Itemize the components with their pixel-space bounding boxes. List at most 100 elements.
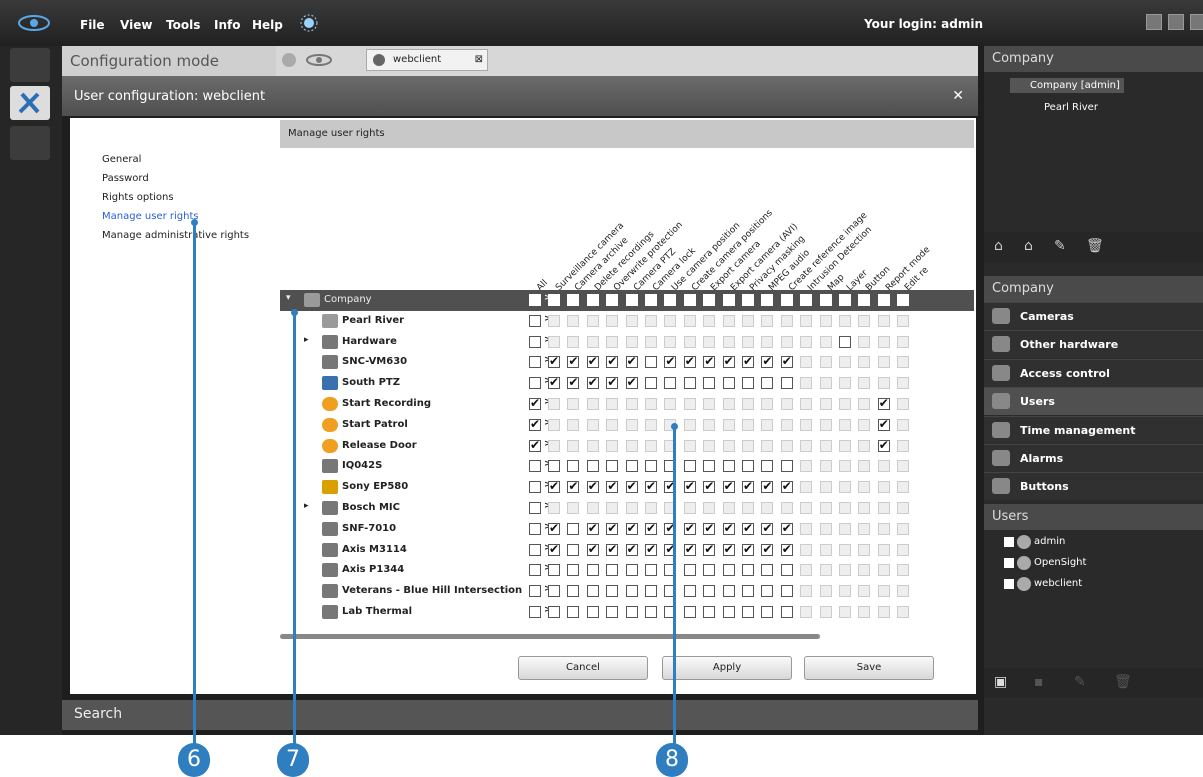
right-checkbox[interactable]	[567, 585, 580, 598]
category-alarms[interactable]: Alarms	[984, 444, 1203, 472]
menu-file[interactable]: File	[80, 18, 105, 32]
eye-view-icon[interactable]	[304, 52, 334, 68]
right-checkbox[interactable]	[839, 294, 851, 306]
rights-row[interactable]: Veterans - Blue Hill Intersection>>	[280, 581, 974, 602]
rights-row[interactable]: IQ042S>>	[280, 456, 974, 477]
right-checkbox[interactable]	[606, 542, 619, 556]
right-checkbox[interactable]	[780, 377, 793, 390]
all-checkbox[interactable]	[529, 502, 541, 514]
right-checkbox[interactable]	[761, 354, 774, 369]
right-checkbox[interactable]	[722, 542, 735, 556]
all-checkbox[interactable]	[529, 522, 541, 535]
right-checkbox[interactable]	[548, 375, 560, 390]
rights-row[interactable]: Start Patrol>>	[280, 415, 974, 436]
right-checkbox[interactable]	[742, 542, 754, 556]
right-checkbox[interactable]	[742, 521, 754, 535]
right-checkbox[interactable]	[819, 294, 832, 306]
category-buttons[interactable]: Buttons	[984, 472, 1203, 501]
user-checkbox[interactable]	[1004, 558, 1014, 568]
right-checkbox[interactable]	[606, 460, 619, 473]
right-checkbox[interactable]	[567, 375, 580, 390]
user-checkbox[interactable]	[1004, 579, 1014, 589]
right-checkbox[interactable]	[567, 564, 580, 577]
right-checkbox[interactable]	[780, 479, 793, 494]
right-checkbox[interactable]	[645, 585, 657, 598]
right-checkbox[interactable]	[683, 585, 696, 598]
right-checkbox[interactable]	[877, 294, 890, 306]
right-checkbox[interactable]	[586, 606, 599, 618]
right-checkbox[interactable]	[606, 375, 619, 390]
right-checkbox[interactable]	[683, 521, 696, 535]
all-checkbox[interactable]	[529, 417, 541, 431]
right-checkbox[interactable]	[586, 460, 599, 473]
right-checkbox[interactable]	[664, 377, 677, 390]
right-checkbox[interactable]	[586, 521, 599, 535]
right-checkbox[interactable]	[645, 377, 657, 390]
menu-help[interactable]: Help	[252, 18, 283, 32]
right-checkbox[interactable]	[645, 294, 657, 306]
right-checkbox[interactable]	[567, 460, 580, 473]
right-checkbox[interactable]	[586, 585, 599, 598]
right-checkbox[interactable]	[742, 585, 754, 598]
right-checkbox[interactable]	[645, 606, 657, 618]
all-checkbox[interactable]	[529, 543, 541, 556]
menu-info[interactable]: Info	[214, 18, 240, 32]
rights-row[interactable]: SNC-VM630>>	[280, 352, 974, 373]
rights-row[interactable]: Sony EP580>>	[280, 477, 974, 498]
right-checkbox[interactable]	[586, 542, 599, 556]
search-bar[interactable]: Search	[62, 700, 978, 730]
all-checkbox[interactable]	[529, 294, 541, 306]
right-checkbox[interactable]	[742, 294, 754, 306]
all-checkbox[interactable]	[529, 460, 541, 473]
all-checkbox[interactable]	[529, 314, 541, 327]
right-checkbox[interactable]	[742, 479, 754, 494]
right-checkbox[interactable]	[548, 542, 560, 556]
right-checkbox[interactable]	[780, 542, 793, 556]
right-checkbox[interactable]	[606, 564, 619, 577]
right-checkbox[interactable]	[703, 585, 716, 598]
right-checkbox[interactable]	[683, 354, 696, 369]
right-checkbox[interactable]	[780, 294, 793, 306]
rights-row[interactable]: Release Door>>	[280, 436, 974, 457]
right-checkbox[interactable]	[645, 460, 657, 473]
right-checkbox[interactable]	[586, 479, 599, 494]
category-time-management[interactable]: Time management	[984, 415, 1203, 444]
alarm-mode-icon[interactable]	[10, 126, 50, 160]
right-checkbox[interactable]	[877, 438, 890, 452]
right-checkbox[interactable]	[645, 479, 657, 494]
right-checkbox[interactable]	[780, 460, 793, 473]
apply-button[interactable]: Apply	[662, 656, 792, 680]
right-checkbox[interactable]	[703, 377, 716, 390]
right-checkbox[interactable]	[683, 564, 696, 577]
all-checkbox[interactable]	[529, 585, 541, 598]
tab-close-icon[interactable]: ⊠	[475, 50, 483, 70]
right-checkbox[interactable]	[548, 479, 560, 494]
right-checkbox[interactable]	[761, 606, 774, 618]
configuration-mode-icon[interactable]	[10, 86, 50, 120]
right-checkbox[interactable]	[606, 606, 619, 618]
right-checkbox[interactable]	[567, 479, 580, 494]
add-user-icon[interactable]: ▣	[994, 674, 1007, 690]
rights-row[interactable]: Lab Thermal>>	[280, 602, 974, 623]
right-checkbox[interactable]	[625, 564, 638, 577]
right-checkbox[interactable]	[742, 564, 754, 577]
right-checkbox[interactable]	[722, 521, 735, 535]
rights-row[interactable]: ▾Company>>	[280, 290, 974, 311]
right-checkbox[interactable]	[548, 521, 560, 535]
right-checkbox[interactable]	[625, 479, 638, 494]
right-checkbox[interactable]	[625, 460, 638, 473]
moon-icon[interactable]	[326, 14, 340, 32]
right-checkbox[interactable]	[683, 542, 696, 556]
tab-webclient[interactable]: webclient ⊠	[366, 49, 488, 71]
all-checkbox[interactable]	[529, 606, 541, 618]
right-checkbox[interactable]	[625, 294, 638, 306]
nav-manage-user-rights[interactable]: Manage user rights	[102, 211, 199, 222]
all-checkbox[interactable]	[529, 481, 541, 494]
right-checkbox[interactable]	[877, 396, 890, 410]
horizontal-scrollbar[interactable]	[280, 634, 820, 639]
right-checkbox[interactable]	[625, 375, 638, 390]
right-checkbox[interactable]	[722, 585, 735, 598]
right-checkbox[interactable]	[722, 294, 735, 306]
right-checkbox[interactable]	[606, 479, 619, 494]
right-checkbox[interactable]	[761, 294, 774, 306]
